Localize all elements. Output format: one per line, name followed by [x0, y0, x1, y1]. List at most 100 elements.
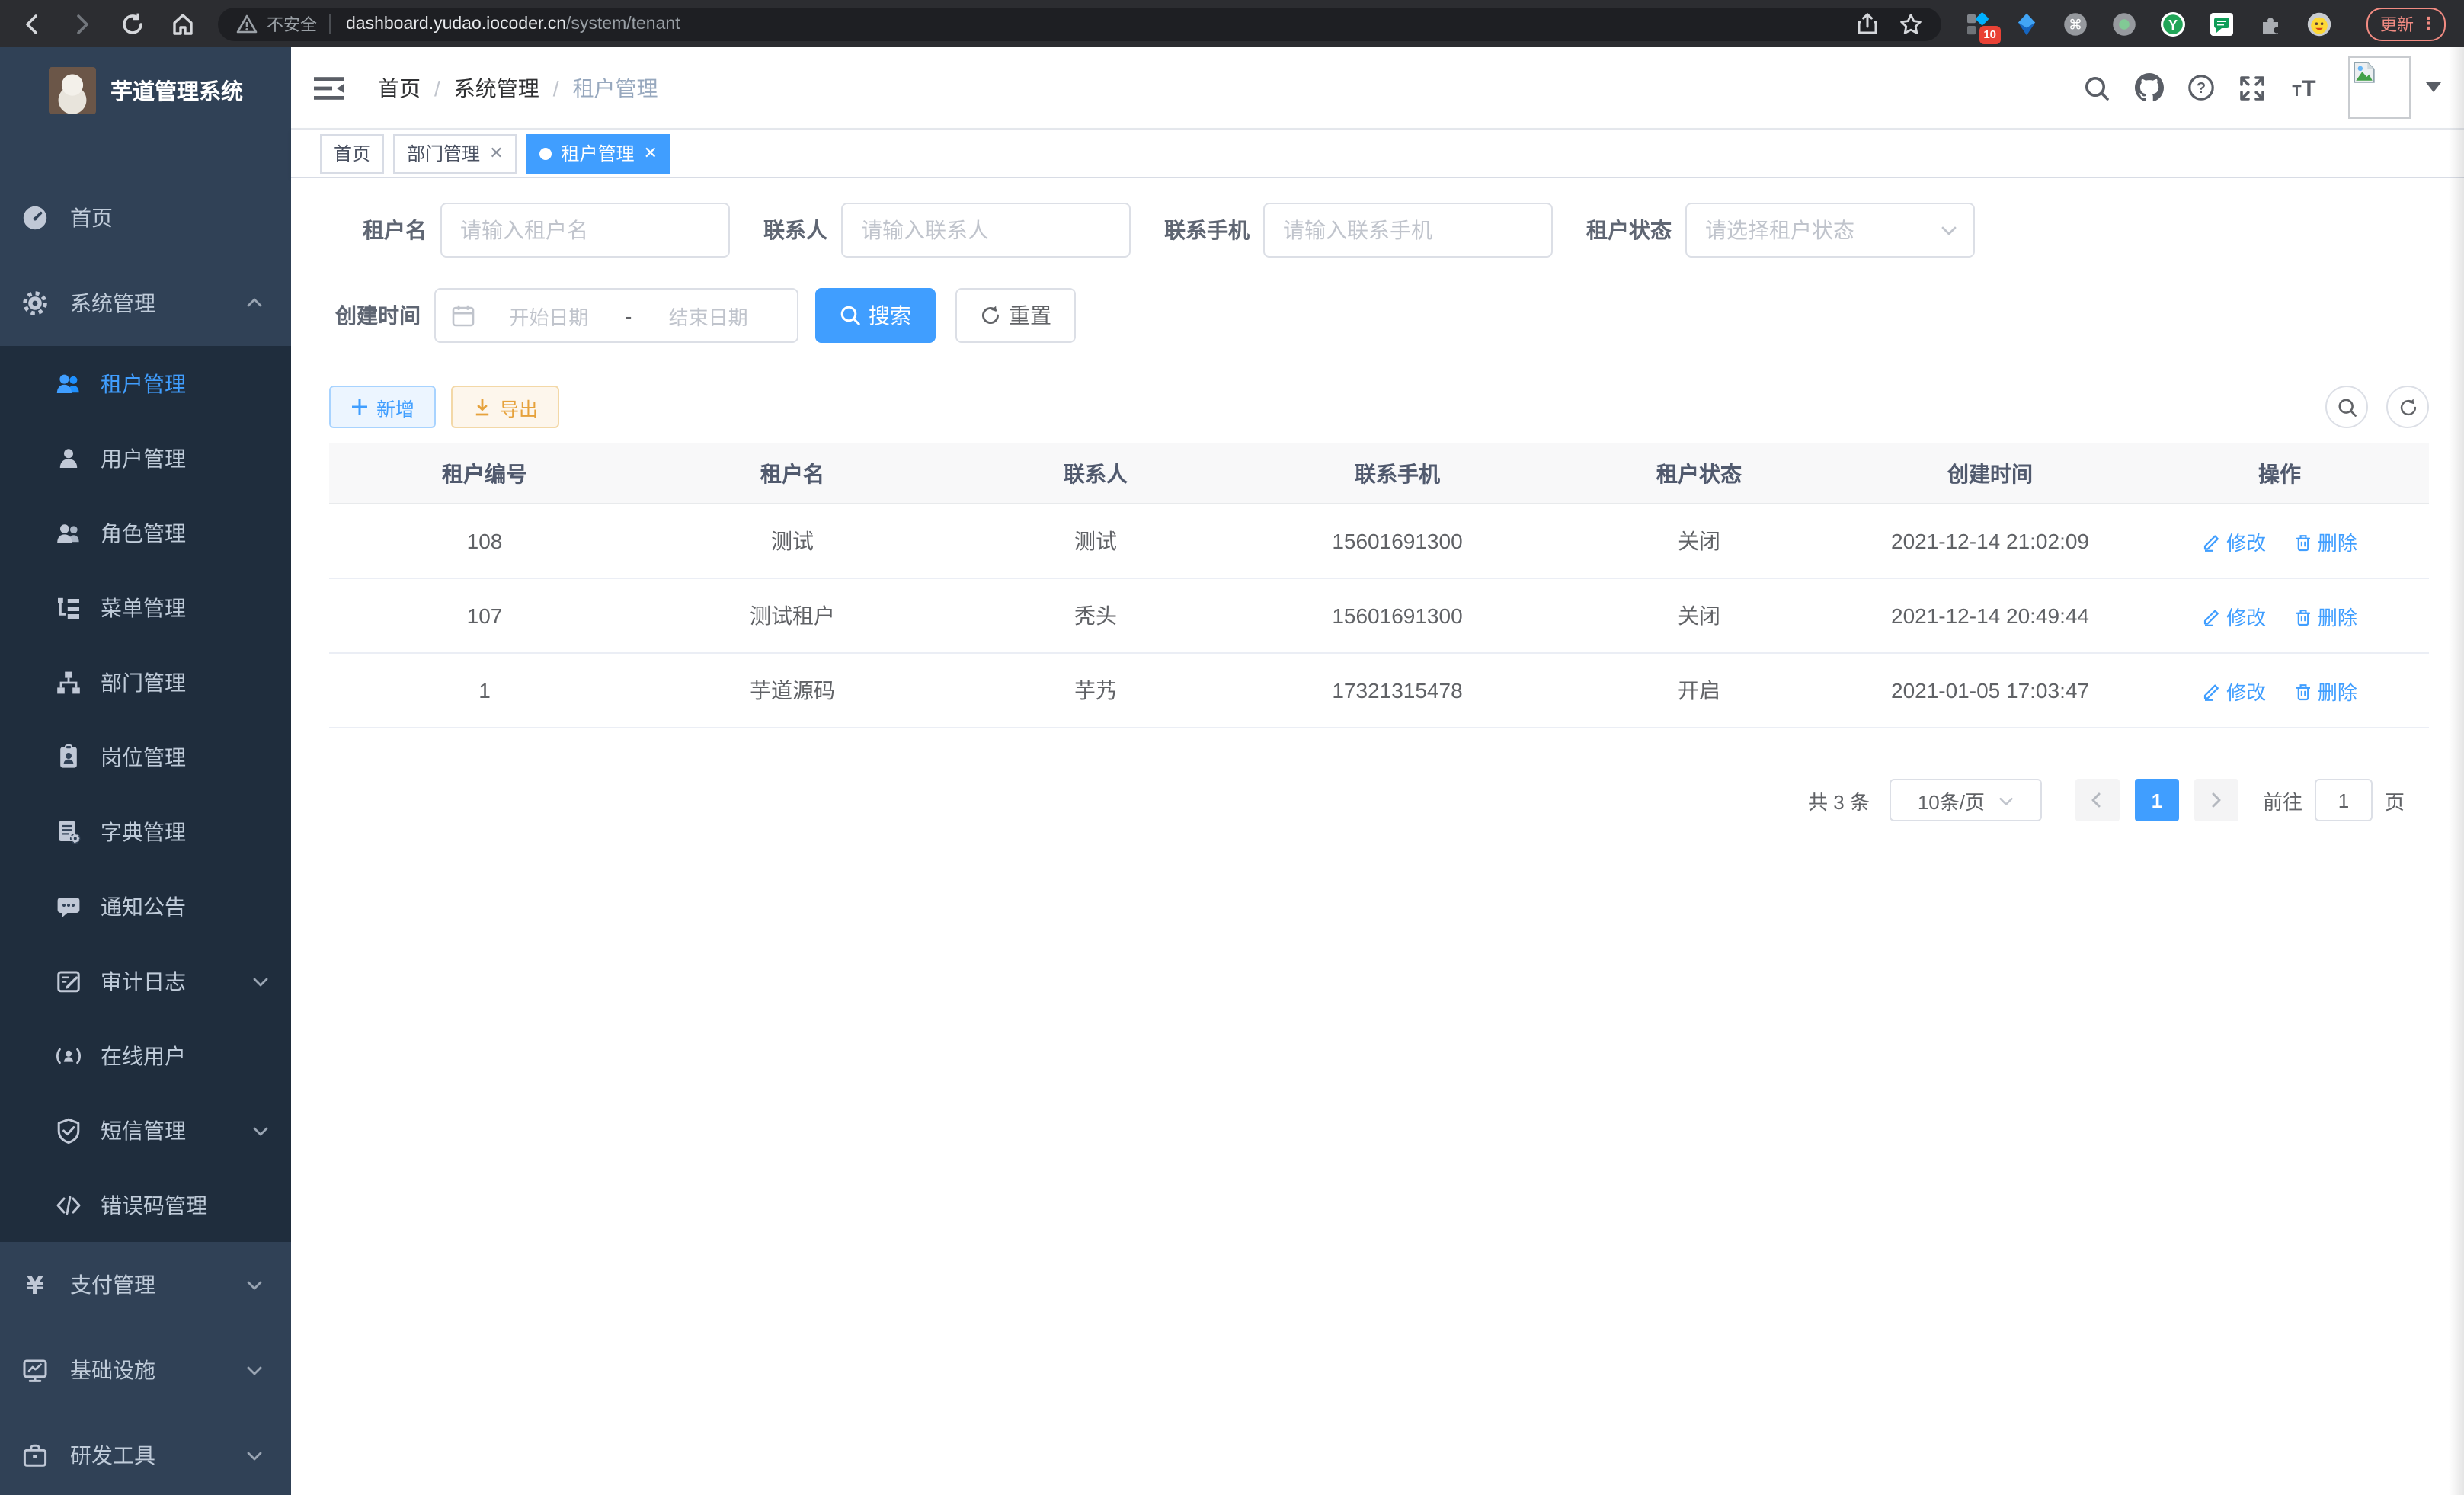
sidebar-item-sms[interactable]: 短信管理: [0, 1093, 291, 1167]
refresh-table-button[interactable]: [2386, 386, 2429, 428]
tenant-name-input[interactable]: [440, 203, 730, 258]
browser-update-button[interactable]: 更新 ⋮: [2366, 7, 2446, 40]
breadcrumb-system[interactable]: 系统管理: [454, 72, 539, 103]
sidebar-item-audit-log[interactable]: 审计日志: [0, 943, 291, 1018]
refresh-icon: [980, 305, 1001, 326]
close-icon[interactable]: ✕: [489, 143, 503, 163]
screen: 不安全 dashboard.yudao.iocoder.cn/system/te…: [0, 0, 2464, 1495]
sidebar-item-error-code[interactable]: 错误码管理: [0, 1167, 291, 1242]
avatar[interactable]: [2348, 56, 2411, 119]
mobile-input[interactable]: [1263, 203, 1553, 258]
sidebar-item-dept[interactable]: 部门管理: [0, 645, 291, 719]
breadcrumb-home[interactable]: 首页: [378, 72, 421, 103]
sidebar-item-post[interactable]: 岗位管理: [0, 719, 291, 794]
sidebar-menu: 首页 系统管理 租户管理 用户管理: [0, 133, 291, 1495]
avatar-caret-icon[interactable]: [2426, 82, 2441, 93]
page-size-value: 10条/页: [1918, 786, 1985, 815]
reset-button[interactable]: 重置: [955, 288, 1076, 343]
extension-icon-2[interactable]: [2014, 11, 2039, 36]
contact-input[interactable]: [841, 203, 1131, 258]
delete-link[interactable]: 删除: [2293, 676, 2357, 705]
sidebar-item-dict[interactable]: 字典管理: [0, 794, 291, 869]
prev-page-button[interactable]: [2075, 779, 2120, 821]
page-size-select[interactable]: 10条/页: [1890, 779, 2042, 821]
cell-status: 开启: [1548, 653, 1850, 728]
sidebar-item-devtools[interactable]: 研发工具: [0, 1413, 291, 1495]
date-start-placeholder[interactable]: 开始日期: [475, 301, 622, 330]
search-button[interactable]: 搜索: [815, 288, 936, 343]
sidebar-item-tenant[interactable]: 租户管理: [0, 346, 291, 421]
status-select[interactable]: 请选择租户状态: [1685, 203, 1975, 258]
date-end-placeholder[interactable]: 结束日期: [635, 301, 782, 330]
chevron-down-icon: [245, 1276, 264, 1294]
delete-link[interactable]: 删除: [2293, 601, 2357, 630]
close-icon[interactable]: ✕: [644, 143, 658, 163]
logo[interactable]: 芋道管理系统: [0, 47, 291, 133]
add-button[interactable]: 新增: [329, 386, 436, 428]
reset-label: 重置: [1009, 300, 1051, 331]
browser-home-button[interactable]: [166, 7, 200, 40]
browser-forward-button[interactable]: [66, 7, 99, 40]
svg-text:⌘: ⌘: [2069, 16, 2082, 32]
edit-link[interactable]: 修改: [2202, 601, 2266, 630]
next-page-button[interactable]: [2194, 779, 2238, 821]
sidebar-item-notice[interactable]: 通知公告: [0, 869, 291, 943]
date-range-picker[interactable]: 开始日期 - 结束日期: [434, 288, 798, 343]
sidebar-item-home[interactable]: 首页: [0, 175, 291, 261]
extension-puzzle-icon[interactable]: [2258, 11, 2283, 36]
svg-text:¥: ¥: [27, 1271, 43, 1298]
font-size-icon[interactable]: TT: [2278, 62, 2330, 114]
sidebar-item-user[interactable]: 用户管理: [0, 421, 291, 495]
extension-icon-5[interactable]: Y: [2161, 11, 2185, 36]
fullscreen-icon[interactable]: [2226, 62, 2278, 114]
sidebar-item-infra[interactable]: 基础设施: [0, 1327, 291, 1413]
goto-page-input[interactable]: [2315, 779, 2373, 821]
browser-menu-icon[interactable]: ⋮: [2420, 14, 2437, 34]
bookmark-star-icon[interactable]: [1899, 11, 1923, 36]
col-status: 租户状态: [1548, 443, 1850, 504]
browser-back-button[interactable]: [15, 7, 49, 40]
table-row: 107 测试租户 秃头 15601691300 关闭 2021-12-14 20…: [329, 578, 2429, 653]
extension-icon-6[interactable]: [2210, 11, 2234, 36]
tab-dept[interactable]: 部门管理 ✕: [393, 133, 517, 173]
contact-label: 联系人: [763, 215, 827, 245]
chevron-down-icon: [251, 972, 270, 990]
sidebar-item-online-users[interactable]: 在线用户: [0, 1018, 291, 1093]
toggle-search-button[interactable]: [2325, 386, 2368, 428]
not-secure-label[interactable]: 不安全: [267, 11, 317, 36]
tab-tenant[interactable]: 租户管理 ✕: [526, 133, 671, 173]
sidebar-item-role[interactable]: 角色管理: [0, 495, 291, 570]
export-button[interactable]: 导出: [451, 386, 559, 428]
tab-home[interactable]: 首页: [320, 133, 384, 173]
shield-check-icon: [55, 1116, 82, 1144]
share-icon[interactable]: [1856, 12, 1879, 35]
extension-emoji-icon[interactable]: [2307, 11, 2331, 36]
sidebar-item-label: 部门管理: [101, 667, 270, 697]
header-search-icon[interactable]: [2071, 62, 2123, 114]
export-label: 导出: [500, 392, 538, 421]
current-page[interactable]: 1: [2135, 779, 2179, 821]
browser-reload-button[interactable]: [116, 7, 149, 40]
calendar-icon: [451, 303, 475, 328]
github-icon[interactable]: [2123, 62, 2174, 114]
sidebar-item-label: 短信管理: [101, 1115, 251, 1145]
audit-log-icon: [55, 967, 82, 994]
url-path[interactable]: /system/tenant: [566, 14, 680, 33]
sidebar-item-pay[interactable]: ¥ 支付管理: [0, 1242, 291, 1327]
trash-icon: [2293, 606, 2313, 626]
help-icon[interactable]: ?: [2174, 62, 2226, 114]
sidebar-item-menu[interactable]: 菜单管理: [0, 570, 291, 645]
extension-icon-3[interactable]: ⌘: [2063, 11, 2088, 36]
extension-icon-4[interactable]: [2112, 11, 2136, 36]
broken-image-icon: [2353, 61, 2376, 84]
sidebar-collapse-icon[interactable]: [314, 75, 344, 100]
sidebar-item-label: 在线用户: [101, 1040, 270, 1071]
delete-link[interactable]: 删除: [2293, 527, 2357, 555]
sidebar-item-system[interactable]: 系统管理: [0, 261, 291, 346]
url-host[interactable]: dashboard.yudao.iocoder.cn: [346, 14, 566, 33]
chevron-left-icon: [2088, 791, 2107, 809]
extension-icon-1[interactable]: 10: [1966, 11, 1990, 36]
address-bar[interactable]: 不安全 dashboard.yudao.iocoder.cn/system/te…: [218, 7, 1941, 40]
edit-link[interactable]: 修改: [2202, 527, 2266, 555]
edit-link[interactable]: 修改: [2202, 676, 2266, 705]
